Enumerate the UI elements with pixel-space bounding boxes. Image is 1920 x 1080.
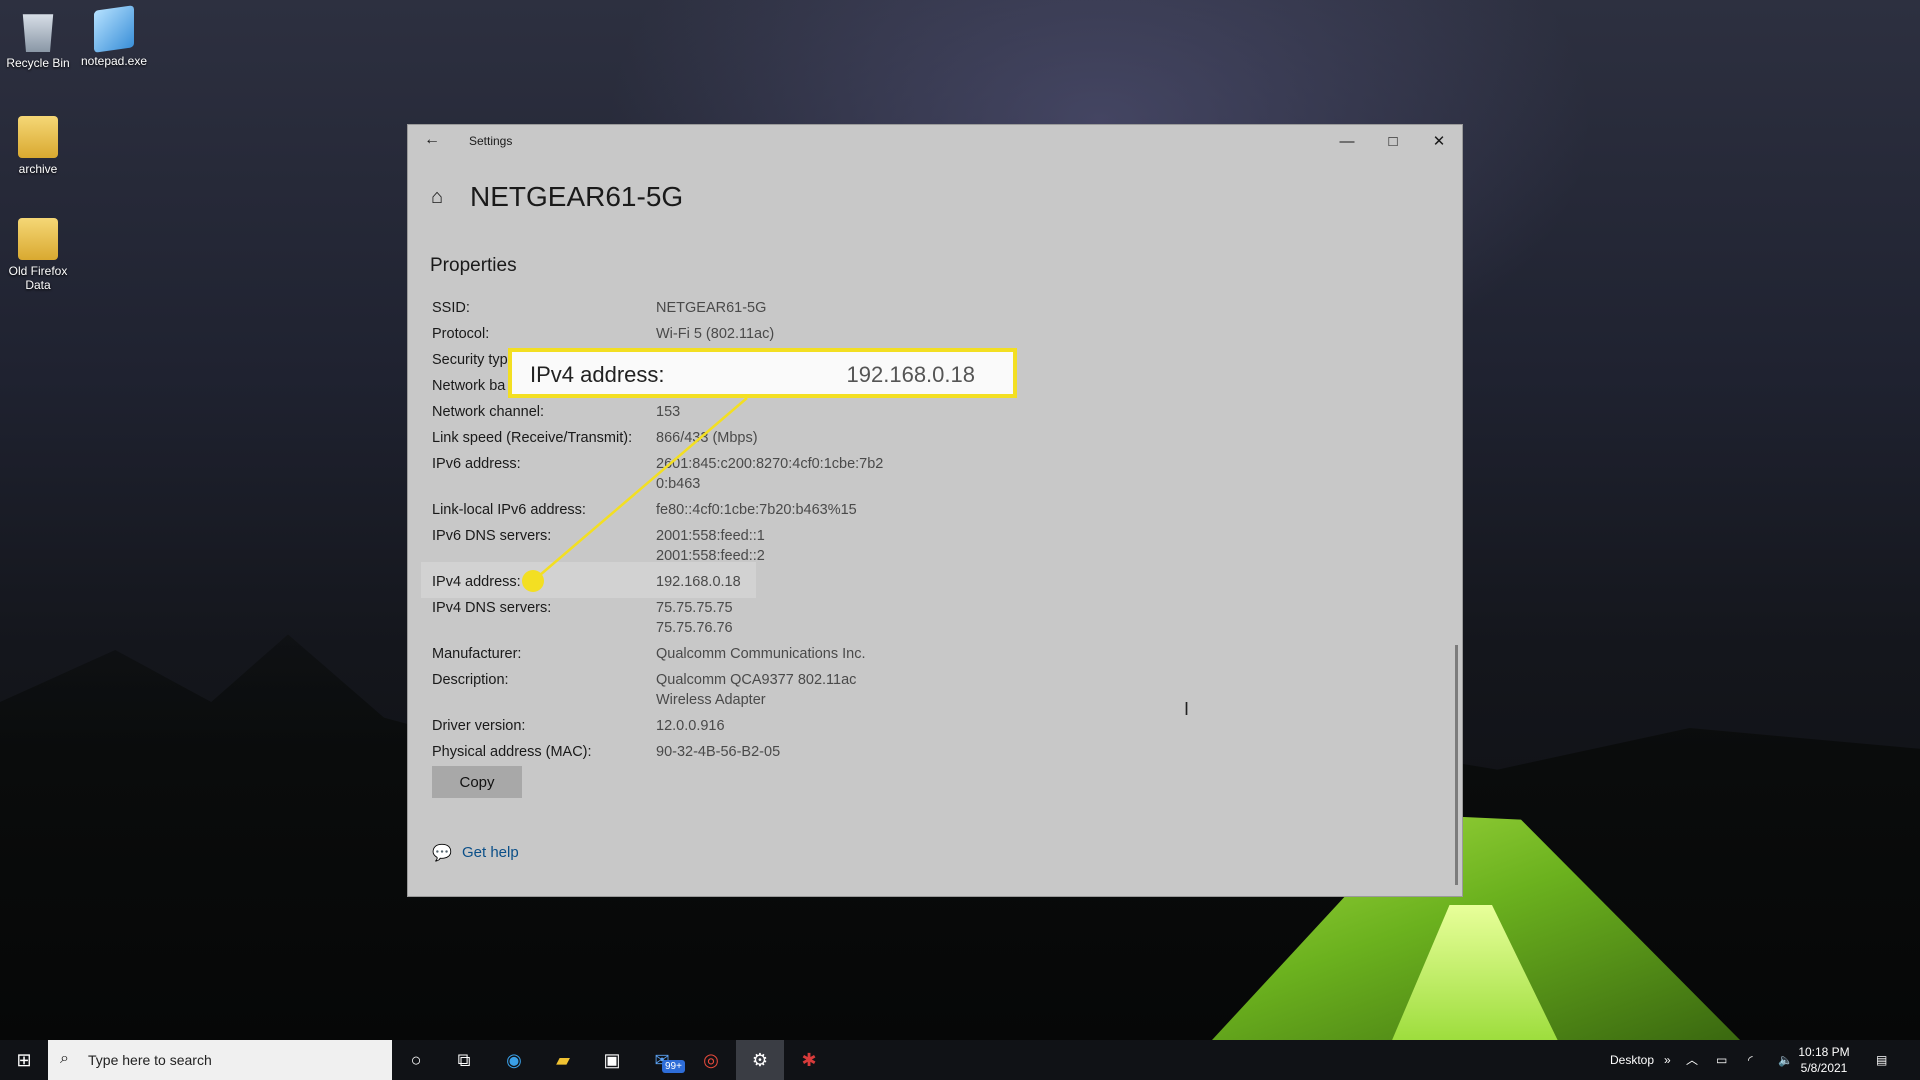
- windows-start-icon[interactable]: ⊞: [0, 1040, 48, 1080]
- notifications-icon[interactable]: ▤: [1876, 1040, 1887, 1080]
- toolbar-expand-icon[interactable]: »: [1664, 1040, 1671, 1080]
- wifi-icon[interactable]: ◜: [1748, 1040, 1753, 1080]
- file-explorer-icon[interactable]: ▰: [539, 1040, 587, 1080]
- settings-gear-icon[interactable]: ⚙: [736, 1040, 784, 1080]
- chevron-up-icon[interactable]: ︿: [1686, 1040, 1698, 1080]
- cortana-icon[interactable]: ○: [392, 1040, 440, 1080]
- clock-time: 10:18 PM: [1798, 1045, 1850, 1059]
- chrome-icon[interactable]: ◎: [687, 1040, 735, 1080]
- callout-connector: [532, 397, 748, 582]
- mail-badge: 99+: [662, 1060, 685, 1073]
- system-clock[interactable]: 10:18 PM 5/8/2021: [1788, 1044, 1860, 1076]
- callout-label: IPv4 address:: [530, 362, 665, 387]
- store-icon[interactable]: ▣: [588, 1040, 636, 1080]
- callout-line: [532, 397, 748, 582]
- task-view-icon[interactable]: ⧉: [440, 1040, 488, 1080]
- search-icon: ⌕: [60, 1050, 69, 1067]
- callout-box: IPv4 address: 192.168.0.18: [508, 348, 1017, 398]
- clock-date: 5/8/2021: [1800, 1061, 1848, 1075]
- search-placeholder: Type here to search: [88, 1052, 212, 1068]
- edge-browser-icon[interactable]: ◉: [490, 1040, 538, 1080]
- battery-icon[interactable]: ▭: [1716, 1040, 1727, 1080]
- taskbar: ⊞ ⌕ Type here to search ○ ⧉ ◉ ▰ ▣ ✉ 99+ …: [0, 1040, 1920, 1080]
- callout-dot: [522, 570, 544, 592]
- app-red-icon[interactable]: ✱: [785, 1040, 833, 1080]
- desktop-toolbar-label[interactable]: Desktop: [1610, 1040, 1654, 1080]
- callout-value: 192.168.0.18: [846, 362, 975, 387]
- search-box[interactable]: ⌕ Type here to search: [48, 1040, 392, 1080]
